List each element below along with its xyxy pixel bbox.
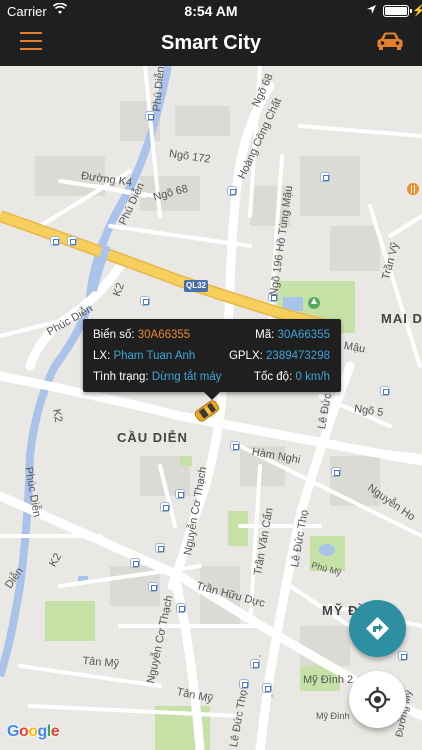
bus-stop-icon — [331, 467, 341, 477]
plate-label: Biển số: — [93, 329, 135, 341]
vehicle-info-window[interactable]: Biển số: 30A66355 Mã: 30A66355 LX: Pham … — [83, 319, 341, 400]
bus-stop-icon — [145, 111, 155, 121]
nav-bar: Smart City — [0, 22, 422, 66]
taxi-marker-icon[interactable] — [189, 398, 225, 424]
driver-value: Pham Tuan Anh — [113, 350, 196, 362]
page-title: Smart City — [160, 32, 262, 54]
bus-stop-icon — [227, 186, 237, 196]
charging-icon: ⚡ — [412, 5, 422, 17]
directions-icon — [366, 617, 389, 640]
bus-stop-icon — [50, 236, 60, 246]
bus-stop-icon — [130, 558, 140, 568]
bus-stop-icon — [148, 582, 158, 592]
bus-stop-icon — [380, 386, 390, 396]
bus-stop-icon — [175, 489, 185, 499]
status-bar: Carrier 8:54 AM ⚡ — [0, 0, 422, 22]
status-label: Tình trạng: — [93, 371, 149, 383]
license-label: GPLX: — [228, 350, 263, 362]
district-label: MAI D — [381, 311, 422, 326]
map-view[interactable]: Ngõ 68 Phú Diễn Hoàng Công Chất Ngõ 172 … — [0, 66, 422, 750]
google-logo: Google — [7, 723, 60, 740]
bus-stop-icon — [262, 683, 272, 693]
bus-stop-icon — [239, 679, 249, 689]
bus-stop-icon — [176, 603, 186, 613]
code-value: 30A66355 — [277, 329, 330, 341]
status-value: Dừng tắt máy — [151, 371, 222, 383]
plate-value: 30A66355 — [137, 329, 191, 341]
speed-label: Tốc độ: — [253, 371, 293, 383]
my-location-button[interactable] — [349, 671, 406, 728]
street-label: Mỹ Đình — [316, 711, 350, 721]
location-services-icon — [367, 5, 376, 14]
district-label: CẦU DIỄN — [117, 430, 188, 445]
my-location-icon — [365, 687, 390, 712]
bus-stop-icon — [67, 236, 77, 246]
clock: 8:54 AM — [184, 3, 238, 19]
bus-stop-icon — [250, 659, 260, 669]
street-label: Mỹ Đình 2 — [303, 674, 354, 686]
car-icon[interactable] — [376, 31, 404, 51]
battery-icon — [383, 5, 409, 17]
street-label: K2 — [50, 408, 65, 424]
bus-stop-icon — [230, 441, 240, 451]
license-value: 2389473298 — [266, 350, 330, 362]
highway-shield: QL32 — [184, 280, 208, 292]
directions-button[interactable] — [349, 600, 406, 657]
code-label: Mã: — [255, 329, 275, 341]
bus-stop-icon — [160, 502, 170, 512]
bus-stop-icon — [140, 296, 150, 306]
driver-label: LX: — [93, 350, 111, 362]
bus-stop-icon — [155, 543, 165, 553]
speed-value: 0 km/h — [295, 371, 330, 383]
bus-stop-icon — [320, 172, 330, 182]
